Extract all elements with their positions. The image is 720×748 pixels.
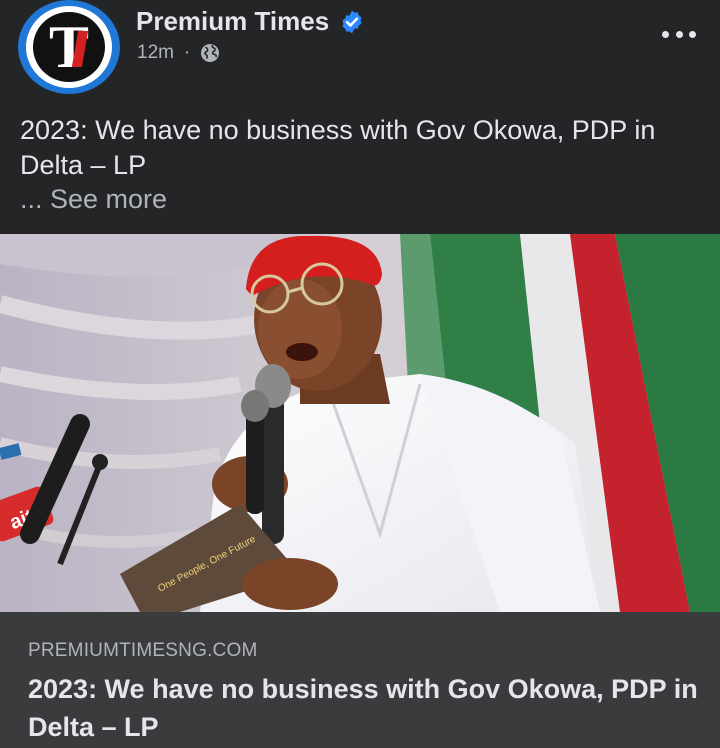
- post-caption: 2023: We have no business with Gov Okowa…: [20, 115, 656, 180]
- more-dot: [662, 30, 669, 38]
- verified-badge-icon: [342, 10, 362, 33]
- meta-separator: ·: [183, 42, 191, 63]
- link-title[interactable]: 2023: We have no business with Gov Okowa…: [28, 670, 698, 746]
- page-name-row: Premium Times: [136, 6, 365, 37]
- page-name-link[interactable]: Premium Times: [136, 6, 329, 37]
- post-header: T Premium Times 12m ·: [0, 0, 720, 100]
- more-options-icon[interactable]: [662, 26, 696, 42]
- post-meta: 12m ·: [137, 42, 220, 64]
- avatar-logo: T: [33, 12, 105, 82]
- post-photo[interactable]: One People, One Future ait: [0, 234, 720, 612]
- link-domain: PREMIUMTIMESNG.COM: [28, 640, 258, 661]
- see-more-link[interactable]: ... See more: [20, 184, 167, 215]
- page-avatar[interactable]: T: [18, 0, 120, 94]
- more-dot: [689, 30, 696, 38]
- more-dot: [675, 30, 683, 38]
- avatar-logo-background: T: [26, 6, 112, 88]
- speaker-photo: One People, One Future ait: [0, 234, 720, 612]
- avatar-logo-letter: T: [48, 14, 90, 80]
- post-timestamp[interactable]: 12m: [137, 42, 174, 64]
- globe-icon: [201, 44, 220, 62]
- link-preview-card[interactable]: PREMIUMTIMESNG.COM 2023: We have no busi…: [0, 612, 720, 748]
- facebook-post: T Premium Times 12m · 2023: We have no b…: [0, 0, 720, 748]
